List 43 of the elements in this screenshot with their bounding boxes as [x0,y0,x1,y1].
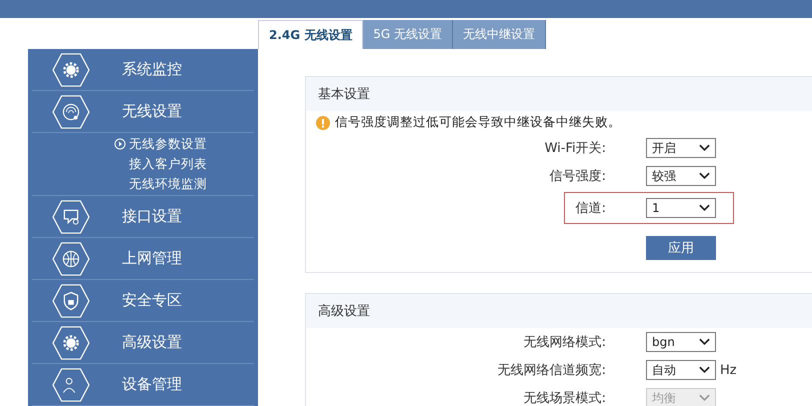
chevron-down-icon [699,338,710,346]
chevron-down-icon [699,204,710,212]
chevron-down-icon [699,172,710,180]
menu-item[interactable]: 上网管理 [122,249,182,268]
menu-icon [52,200,90,234]
unit-label: Hz [720,362,737,378]
chevron-down-icon [699,144,710,152]
menu-item[interactable]: 接口设置 [122,207,182,226]
menu-item[interactable]: 安全专区 [122,291,182,310]
menu-icon [52,52,90,86]
field-label: Wi-Fi开关: [544,140,606,157]
menu-icon [52,284,90,318]
select-field[interactable]: 较强 [646,166,716,186]
field-label: 无线网络信道频宽: [496,362,606,379]
panel-title: 基本设置 [318,87,370,102]
menu-icon [52,94,90,128]
field-label: 信道: [574,200,606,217]
panel-title: 高级设置 [318,304,370,319]
warning-text: 信号强度调整过低可能会导致中继设备中继失败。 [335,114,621,131]
field-label: 信号强度: [548,168,606,185]
menu-icon [52,242,90,276]
chevron-down-icon [699,366,710,374]
select-field[interactable]: bgn [646,332,716,352]
submenu-item[interactable]: 接入客户列表 [129,156,207,172]
tab[interactable]: 无线中继设置 [453,20,546,49]
menu-item[interactable]: 设备管理 [122,375,182,394]
select-field[interactable]: 1 [646,198,716,218]
select-field[interactable]: 自动 [646,360,716,380]
submenu-item[interactable]: 无线参数设置 [129,136,207,152]
tab[interactable]: 5G 无线设置 [363,20,454,49]
menu-icon [52,368,90,402]
menu-icon [52,326,90,360]
tab[interactable]: 2.4G 无线设置 [258,20,364,49]
warning-icon [316,116,330,130]
submenu-item[interactable]: 无线环境监测 [129,176,207,192]
menu-item[interactable]: 高级设置 [122,333,182,352]
menu-item[interactable]: 无线设置 [122,102,182,121]
field-label: 无线场景模式: [522,390,606,406]
apply-button[interactable]: 应用 [646,236,716,260]
field-label: 无线网络模式: [522,334,606,351]
menu-item[interactable]: 系统监控 [122,60,182,79]
select-field[interactable]: 开启 [646,138,716,158]
chevron-down-icon [699,394,710,402]
